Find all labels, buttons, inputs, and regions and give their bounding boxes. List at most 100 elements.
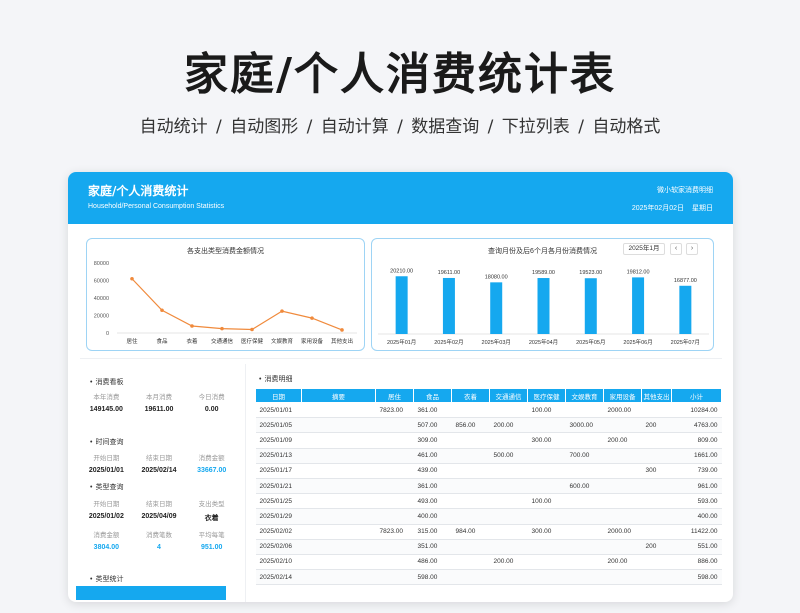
table-cell[interactable]: [489, 493, 528, 510]
table-cell[interactable]: 2025/01/29: [255, 508, 302, 525]
table-cell[interactable]: 2025/02/06: [255, 539, 302, 555]
table-cell[interactable]: [375, 554, 414, 571]
table-cell[interactable]: [527, 539, 566, 555]
table-row[interactable]: 2025/01/17 439.00 300 739.00: [255, 463, 722, 479]
table-cell[interactable]: [527, 508, 566, 525]
column-header[interactable]: 其他支出: [641, 388, 672, 403]
table-cell[interactable]: 200.00: [489, 554, 528, 571]
table-cell[interactable]: 600.00: [565, 478, 604, 495]
table-cell[interactable]: [375, 493, 414, 510]
table-cell[interactable]: [301, 432, 376, 449]
type-start-input[interactable]: 2025/01/02: [80, 513, 133, 523]
table-cell[interactable]: [489, 539, 528, 555]
table-cell[interactable]: 4763.00: [671, 417, 722, 434]
table-cell[interactable]: [375, 508, 414, 525]
table-cell[interactable]: [451, 402, 490, 419]
table-cell[interactable]: 2025/01/09: [255, 432, 302, 449]
time-end-input[interactable]: 2025/02/14: [133, 467, 186, 474]
column-header[interactable]: 食品: [413, 388, 452, 403]
table-cell[interactable]: 2025/01/21: [255, 478, 302, 495]
table-cell[interactable]: [451, 432, 490, 449]
table-cell[interactable]: [603, 493, 642, 510]
table-cell[interactable]: [489, 508, 528, 525]
table-cell[interactable]: 400.00: [671, 508, 722, 525]
table-cell[interactable]: [451, 478, 490, 495]
table-cell[interactable]: 200: [641, 539, 672, 555]
column-header[interactable]: 交通通信: [489, 388, 528, 403]
table-row[interactable]: 2025/01/01 7823.00 361.00 100.00 2000.00 1028…: [255, 402, 722, 419]
table-cell[interactable]: [375, 432, 414, 449]
table-cell[interactable]: [375, 417, 414, 434]
table-cell[interactable]: [489, 524, 528, 540]
table-cell[interactable]: [301, 463, 376, 479]
table-cell[interactable]: [451, 539, 490, 555]
table-cell[interactable]: [375, 478, 414, 495]
table-cell[interactable]: 598.00: [413, 569, 452, 586]
table-cell[interactable]: [603, 478, 642, 495]
table-cell[interactable]: 200.00: [603, 554, 642, 571]
table-cell[interactable]: [301, 508, 376, 525]
table-cell[interactable]: 461.00: [413, 448, 452, 464]
table-cell[interactable]: [565, 432, 604, 449]
table-cell[interactable]: 351.00: [413, 539, 452, 555]
table-row[interactable]: 2025/01/09 309.00 300.00 200.00 809.00: [255, 432, 722, 449]
table-cell[interactable]: [603, 569, 642, 586]
table-cell[interactable]: 593.00: [671, 493, 722, 510]
table-cell[interactable]: 309.00: [413, 432, 452, 449]
table-cell[interactable]: 493.00: [413, 493, 452, 510]
table-cell[interactable]: 2025/01/01: [255, 402, 302, 419]
table-cell[interactable]: [375, 569, 414, 586]
table-cell[interactable]: [301, 448, 376, 464]
table-cell[interactable]: [375, 539, 414, 555]
table-cell[interactable]: [489, 569, 528, 586]
table-cell[interactable]: [301, 554, 376, 571]
table-cell[interactable]: 400.00: [413, 508, 452, 525]
table-row[interactable]: 2025/01/05 507.00 856.00 200.00 3000.00 200 47…: [255, 417, 722, 434]
table-cell[interactable]: [641, 432, 672, 449]
table-cell[interactable]: [641, 554, 672, 571]
type-end-input[interactable]: 2025/04/09: [133, 513, 186, 523]
table-cell[interactable]: 10284.00: [671, 402, 722, 419]
table-cell[interactable]: [301, 569, 376, 586]
table-cell[interactable]: 100.00: [527, 493, 566, 510]
table-cell[interactable]: [565, 508, 604, 525]
table-cell[interactable]: [451, 569, 490, 586]
table-cell[interactable]: 439.00: [413, 463, 452, 479]
table-cell[interactable]: 11422.00: [671, 524, 722, 540]
table-cell[interactable]: 315.00: [413, 524, 452, 540]
month-select[interactable]: 2025年1月: [623, 243, 665, 255]
table-cell[interactable]: 507.00: [413, 417, 452, 434]
table-cell[interactable]: [301, 493, 376, 510]
table-cell[interactable]: [641, 448, 672, 464]
table-cell[interactable]: 7823.00: [375, 402, 414, 419]
column-header[interactable]: 文娱教育: [565, 388, 604, 403]
table-cell[interactable]: [641, 508, 672, 525]
time-start-input[interactable]: 2025/01/01: [80, 467, 133, 474]
column-header[interactable]: 医疗保健: [527, 388, 566, 403]
table-row[interactable]: 2025/01/25 493.00 100.00 593.00: [255, 493, 722, 510]
table-cell[interactable]: 3000.00: [565, 417, 604, 434]
table-cell[interactable]: [451, 508, 490, 525]
table-cell[interactable]: 598.00: [671, 569, 722, 586]
table-cell[interactable]: 2000.00: [603, 524, 642, 540]
chevron-right-icon[interactable]: ›: [686, 243, 698, 255]
table-cell[interactable]: [603, 417, 642, 434]
table-cell[interactable]: 700.00: [565, 448, 604, 464]
column-header[interactable]: 衣着: [451, 388, 490, 403]
table-cell[interactable]: [603, 463, 642, 479]
table-row[interactable]: 2025/01/21 361.00 600.00 961.00: [255, 478, 722, 495]
table-cell[interactable]: [301, 417, 376, 434]
table-cell[interactable]: [565, 402, 604, 419]
table-cell[interactable]: [565, 554, 604, 571]
table-cell[interactable]: [565, 539, 604, 555]
table-cell[interactable]: 361.00: [413, 478, 452, 495]
table-cell[interactable]: 856.00: [451, 417, 490, 434]
table-cell[interactable]: 200.00: [489, 417, 528, 434]
table-cell[interactable]: 2025/01/05: [255, 417, 302, 434]
table-cell[interactable]: [451, 448, 490, 464]
table-cell[interactable]: 361.00: [413, 402, 452, 419]
table-row[interactable]: 2025/01/13 461.00 500.00 700.00 1661.00: [255, 448, 722, 464]
table-cell[interactable]: 300: [641, 463, 672, 479]
table-cell[interactable]: [527, 478, 566, 495]
chevron-left-icon[interactable]: ‹: [670, 243, 682, 255]
